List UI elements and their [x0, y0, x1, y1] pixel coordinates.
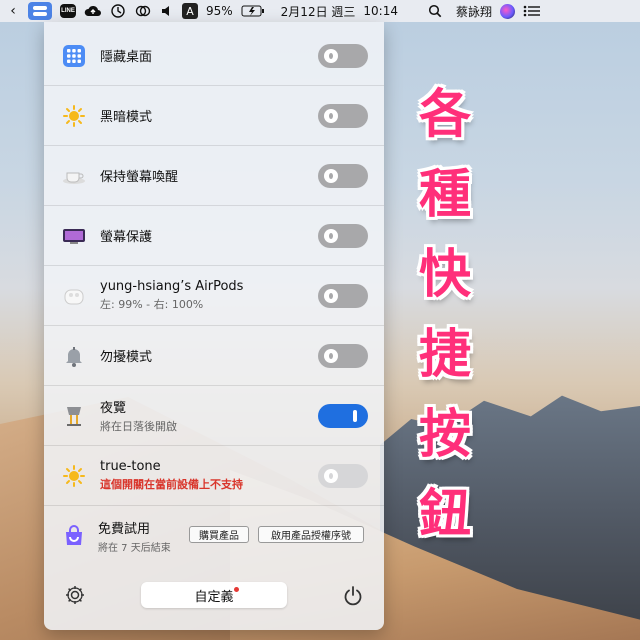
overlay-char: 快 [418, 244, 471, 305]
row-subtitle-warning: 這個開關在當前設備上不支持 [100, 478, 243, 491]
do-not-disturb-toggle[interactable] [318, 343, 368, 368]
time-display[interactable]: 10:14 [363, 4, 398, 18]
row-title: 勿擾模式 [100, 350, 153, 365]
dark-mode-toggle[interactable] [318, 103, 368, 128]
overlay-char: 各 [418, 84, 471, 145]
siri-icon[interactable] [500, 0, 516, 22]
customize-label: 自定義 [194, 589, 234, 605]
bell-icon [62, 344, 86, 368]
sun-icon [62, 464, 86, 488]
row-title: 夜覽 [100, 401, 127, 416]
row-title: 螢幕保護 [100, 230, 153, 245]
row-true-tone: true-tone 這個開關在當前設備上不支持 [44, 446, 384, 506]
customize-button[interactable]: 自定義 [141, 582, 287, 608]
row-airpods: yung-hsiang’s AirPods 左: 99% - 右: 100% [44, 266, 384, 326]
input-method-icon[interactable]: A [182, 0, 198, 22]
battery-charging-icon[interactable] [241, 0, 265, 22]
coffee-icon [62, 164, 86, 188]
airpods-icon [62, 284, 86, 308]
battery-percent[interactable]: 95% [206, 4, 233, 18]
time-machine-icon[interactable] [110, 0, 126, 22]
hide-desktop-toggle[interactable] [318, 43, 368, 68]
date-display[interactable]: 2月12日 週三 [281, 3, 356, 20]
link-icon[interactable] [134, 0, 152, 22]
buy-product-button[interactable]: 購買產品 [189, 526, 249, 543]
one-switch-panel: 隱藏桌面 黑暗模式 保持螢幕喚醒 螢幕保護 yung-hsiang’s AirP… [44, 22, 384, 630]
night-shift-toggle[interactable] [318, 403, 368, 428]
row-title: 保持螢幕喚醒 [100, 170, 179, 185]
overlay-char: 種 [418, 164, 471, 225]
trial-subtitle: 將在 7 天后結束 [98, 543, 171, 554]
row-do-not-disturb: 勿擾模式 [44, 326, 384, 386]
row-dark-mode: 黑暗模式 [44, 86, 384, 146]
row-hide-desktop: 隱藏桌面 [44, 26, 384, 86]
row-title: yung-hsiang’s AirPods [100, 279, 244, 294]
airpods-toggle[interactable] [318, 283, 368, 308]
row-title: 隱藏桌面 [100, 50, 153, 65]
cloud-upload-icon[interactable] [84, 0, 102, 22]
volume-icon[interactable] [160, 0, 174, 22]
row-screensaver: 螢幕保護 [44, 206, 384, 266]
keep-awake-toggle[interactable] [318, 163, 368, 188]
search-icon[interactable] [428, 0, 442, 22]
row-keep-awake: 保持螢幕喚醒 [44, 146, 384, 206]
overlay-char: 鈕 [418, 484, 471, 545]
row-subtitle: 將在日落後開啟 [100, 420, 177, 433]
power-icon[interactable] [342, 585, 364, 607]
one-switch-menubar-icon[interactable] [28, 0, 52, 22]
lamp-icon [62, 404, 86, 428]
grid-icon [62, 44, 86, 68]
true-tone-toggle [318, 463, 368, 488]
chevron-left-icon[interactable]: ‹ [6, 0, 20, 22]
overlay-char: 按 [418, 404, 471, 465]
row-night-shift: 夜覽 將在日落後開啟 [44, 386, 384, 446]
trial-title: 免費試用 [98, 522, 151, 537]
row-subtitle: 左: 99% - 右: 100% [100, 298, 204, 311]
row-title: 黑暗模式 [100, 110, 153, 125]
overlay-char: 捷 [418, 324, 471, 385]
settings-gear-icon[interactable] [64, 584, 86, 606]
screensaver-toggle[interactable] [318, 223, 368, 248]
user-name[interactable]: 蔡詠翔 [456, 3, 492, 20]
screensaver-icon [62, 224, 86, 248]
notification-center-icon[interactable] [523, 0, 541, 22]
menu-bar: ‹ LINE A 95% 2月12日 週三 10:14 蔡詠翔 [0, 0, 640, 22]
notification-dot [234, 587, 239, 592]
shopping-bag-icon [62, 524, 86, 548]
sun-icon [62, 104, 86, 128]
row-title: true-tone [100, 459, 161, 474]
line-app-icon[interactable]: LINE [60, 0, 76, 22]
activate-license-button[interactable]: 啟用產品授權序號 [258, 526, 364, 543]
